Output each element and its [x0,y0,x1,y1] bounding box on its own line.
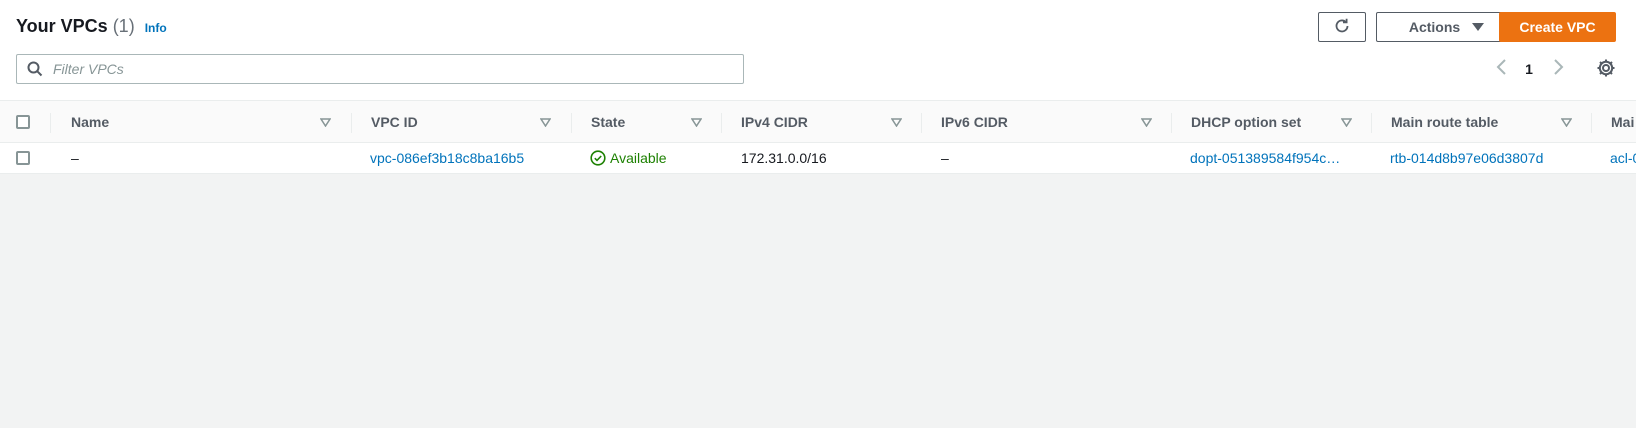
column-header-state[interactable]: State [591,101,625,142]
chevron-right-icon [1553,58,1565,81]
info-link[interactable]: Info [145,21,167,35]
refresh-button[interactable] [1318,12,1366,42]
search-icon [17,55,53,83]
actions-button[interactable]: Actions [1376,12,1517,42]
filter-vpcs-input[interactable] [53,56,743,82]
row-select-checkbox[interactable] [16,151,30,165]
page-title: Your VPCs [16,16,108,36]
vpc-id-link[interactable]: vpc-086ef3b18c8ba16b5 [370,143,524,173]
sort-icon[interactable] [1140,116,1152,128]
sort-icon[interactable] [319,116,331,128]
table-row[interactable]: – vpc-086ef3b18c8ba16b5 Available 172.31… [0,143,1636,173]
dhcp-option-set-link[interactable]: dopt-051389584f954c… [1190,143,1340,173]
column-divider [721,113,722,133]
main-route-table-link[interactable]: rtb-014d8b97e06d3807d [1390,143,1543,173]
vpc-state-cell: Available [590,143,667,173]
sort-icon[interactable] [1340,116,1352,128]
page-number[interactable]: 1 [1518,58,1540,80]
column-divider [571,113,572,133]
vpc-state-label: Available [610,150,667,166]
sort-icon[interactable] [890,116,902,128]
previous-page-button[interactable] [1490,58,1512,80]
ipv4-cidr-cell: 172.31.0.0/16 [741,150,827,166]
next-page-button[interactable] [1548,58,1570,80]
column-divider [921,113,922,133]
sort-icon[interactable] [539,116,551,128]
column-header-main-route-table[interactable]: Main route table [1391,101,1498,142]
table-header: Name VPC ID State IPv4 CIDR IPv6 CIDR DH… [0,100,1636,143]
column-header-vpc-id[interactable]: VPC ID [371,101,418,142]
vpc-count: (1) [112,16,135,36]
status-success-icon [590,150,606,166]
column-divider [351,113,352,133]
vpc-table-panel: Your VPCs (1) Info Actions Create VPC 1 [0,0,1636,174]
page-header: Your VPCs (1) Info [16,16,167,40]
table-settings-button[interactable] [1594,58,1618,82]
create-vpc-button[interactable]: Create VPC [1499,12,1616,42]
caret-down-icon [1472,23,1485,31]
sort-icon[interactable] [690,116,702,128]
main-network-acl-link[interactable]: acl-0 [1610,143,1636,173]
column-header-dhcp-option-set[interactable]: DHCP option set [1191,101,1301,142]
select-all-checkbox[interactable] [16,115,30,129]
column-header-ipv4-cidr[interactable]: IPv4 CIDR [741,101,808,142]
column-header-name[interactable]: Name [71,101,109,142]
ipv6-cidr-cell: – [941,150,949,166]
refresh-icon [1333,17,1351,38]
sort-icon[interactable] [1560,116,1572,128]
vpc-name-cell: – [71,150,79,166]
column-divider [1171,113,1172,133]
column-divider [1591,113,1592,133]
create-vpc-label: Create VPC [1519,19,1596,35]
gear-icon [1596,58,1616,83]
filter-vpcs-field[interactable] [16,54,744,84]
column-header-ipv6-cidr[interactable]: IPv6 CIDR [941,101,1008,142]
column-header-main-network-acl[interactable]: Mai [1611,101,1634,142]
column-divider [50,113,51,133]
actions-label: Actions [1408,19,1461,35]
column-divider [1371,113,1372,133]
chevron-left-icon [1495,58,1507,81]
